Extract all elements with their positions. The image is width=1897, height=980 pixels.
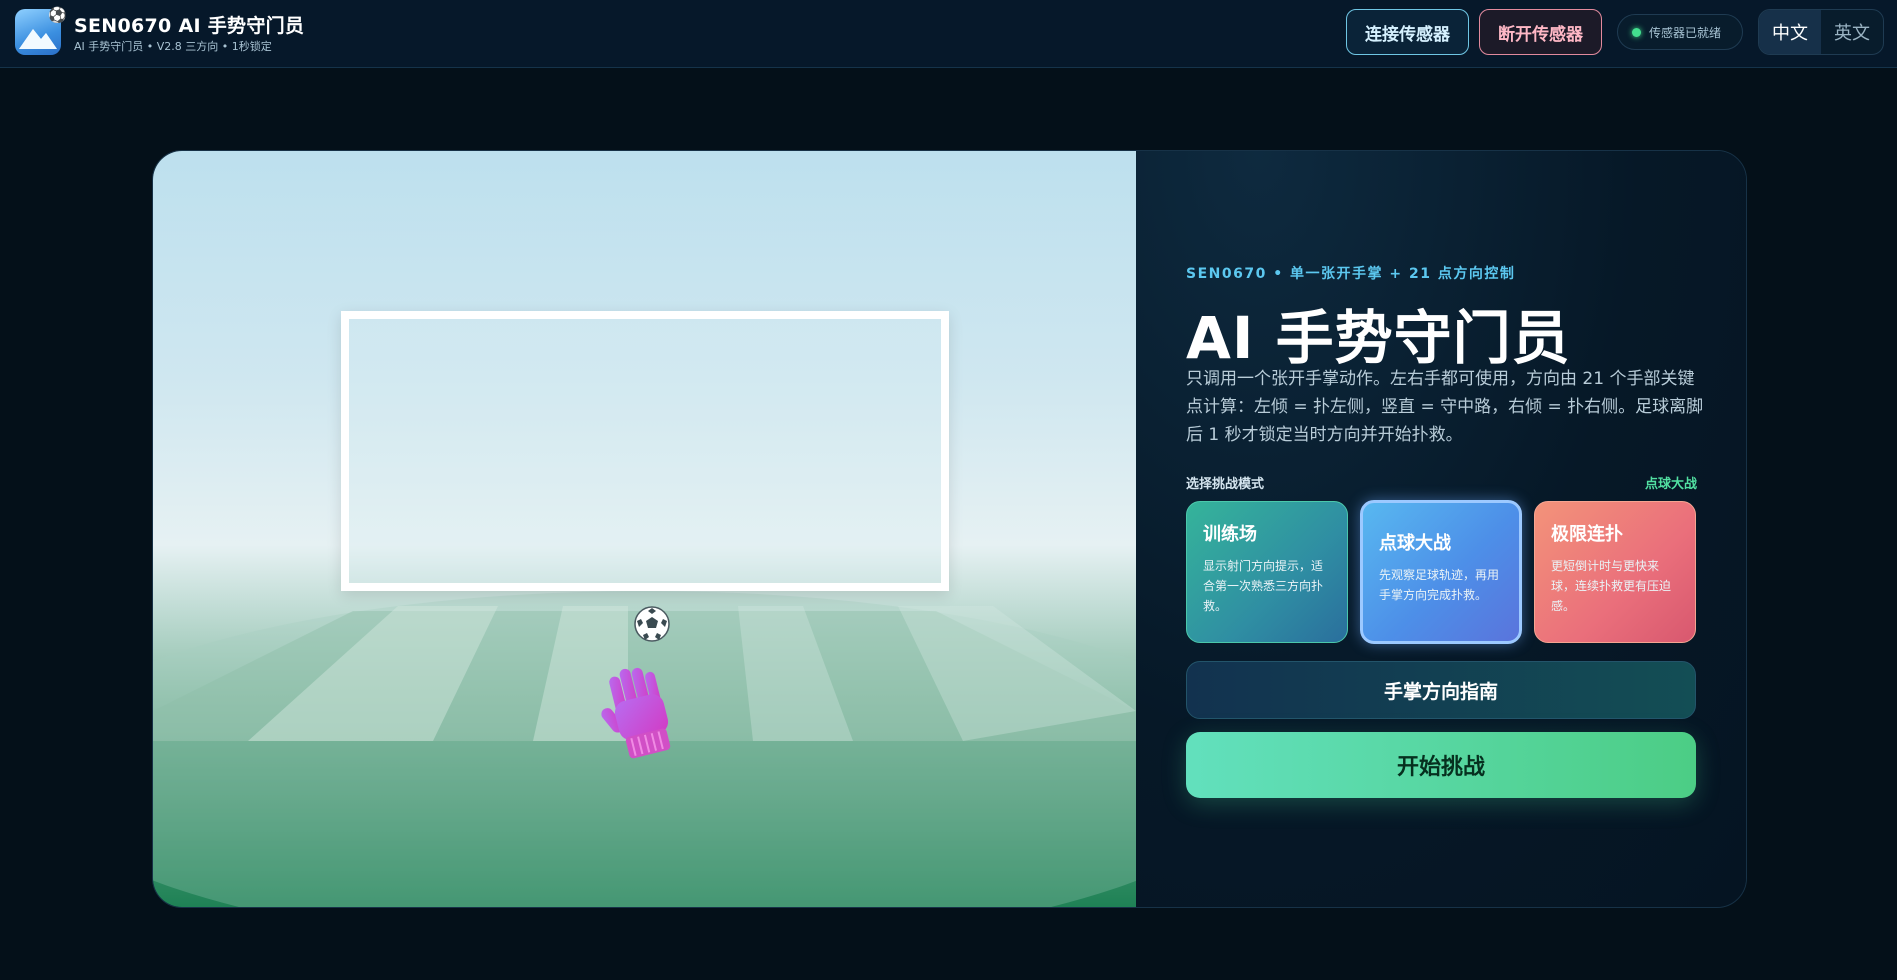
app-subtitle: AI 手势守门员 • V2.8 三方向 • 1秒锁定 (74, 40, 272, 53)
palm-direction-guide-button[interactable]: 手掌方向指南 (1186, 661, 1696, 719)
current-mode-label: 点球大战 (1644, 477, 1697, 492)
language-switch: 中文 英文 (1758, 9, 1884, 55)
mode-description: 先观察足球轨迹，再用手掌方向完成扑救。 (1379, 568, 1500, 602)
soccer-goal (341, 311, 949, 591)
sensor-status-text: 传感器已就绪 (1649, 25, 1722, 40)
goalkeeper-glove-icon (596, 663, 688, 767)
info-panel: SEN0670 • 单一张开手掌 + 21 点方向控制 AI 手势守门员 只调用… (1136, 151, 1746, 907)
connect-sensor-button[interactable]: 连接传感器 (1346, 9, 1469, 55)
mode-title: 训练场 (1203, 524, 1257, 545)
mode-description: 更短倒计时与更快来球，连续扑救更有压迫感。 (1551, 559, 1672, 613)
hero-title: AI 手势守门员 (1186, 304, 1571, 372)
language-en-button[interactable]: 英文 (1821, 10, 1883, 54)
eyebrow-text: SEN0670 • 单一张开手掌 + 21 点方向控制 (1186, 266, 1516, 282)
main-card: SEN0670 • 单一张开手掌 + 21 点方向控制 AI 手势守门员 只调用… (152, 150, 1747, 908)
hero-description: 只调用一个张开手掌动作。左右手都可使用，方向由 21 个手部关键点计算：左倾 =… (1186, 369, 1704, 445)
mode-title: 极限连扑 (1551, 524, 1623, 545)
mode-section-label: 选择挑战模式 (1186, 477, 1265, 492)
app-title: SEN0670 AI 手势守门员 (74, 15, 305, 37)
mode-card-penalty[interactable]: 点球大战 先观察足球轨迹，再用手掌方向完成扑救。 (1360, 500, 1522, 644)
start-challenge-button[interactable]: 开始挑战 (1186, 732, 1696, 798)
top-bar: ⚽ SEN0670 AI 手势守门员 AI 手势守门员 • V2.8 三方向 •… (0, 0, 1897, 68)
status-dot-icon (1632, 27, 1641, 37)
mode-card-extreme[interactable]: 极限连扑 更短倒计时与更快来球，连续扑救更有压迫感。 (1534, 501, 1696, 643)
mode-description: 显示射门方向提示，适合第一次熟悉三方向扑救。 (1203, 559, 1324, 613)
language-zh-button[interactable]: 中文 (1759, 10, 1821, 54)
game-scene (153, 151, 1136, 907)
soccer-ball-icon (633, 605, 671, 643)
sensor-status-badge: 传感器已就绪 (1617, 14, 1743, 50)
disconnect-sensor-button[interactable]: 断开传感器 (1479, 9, 1602, 55)
soccer-ball-icon: ⚽ (48, 6, 67, 24)
mode-card-training[interactable]: 训练场 显示射门方向提示，适合第一次熟悉三方向扑救。 (1186, 501, 1348, 643)
mode-title: 点球大战 (1379, 533, 1451, 554)
